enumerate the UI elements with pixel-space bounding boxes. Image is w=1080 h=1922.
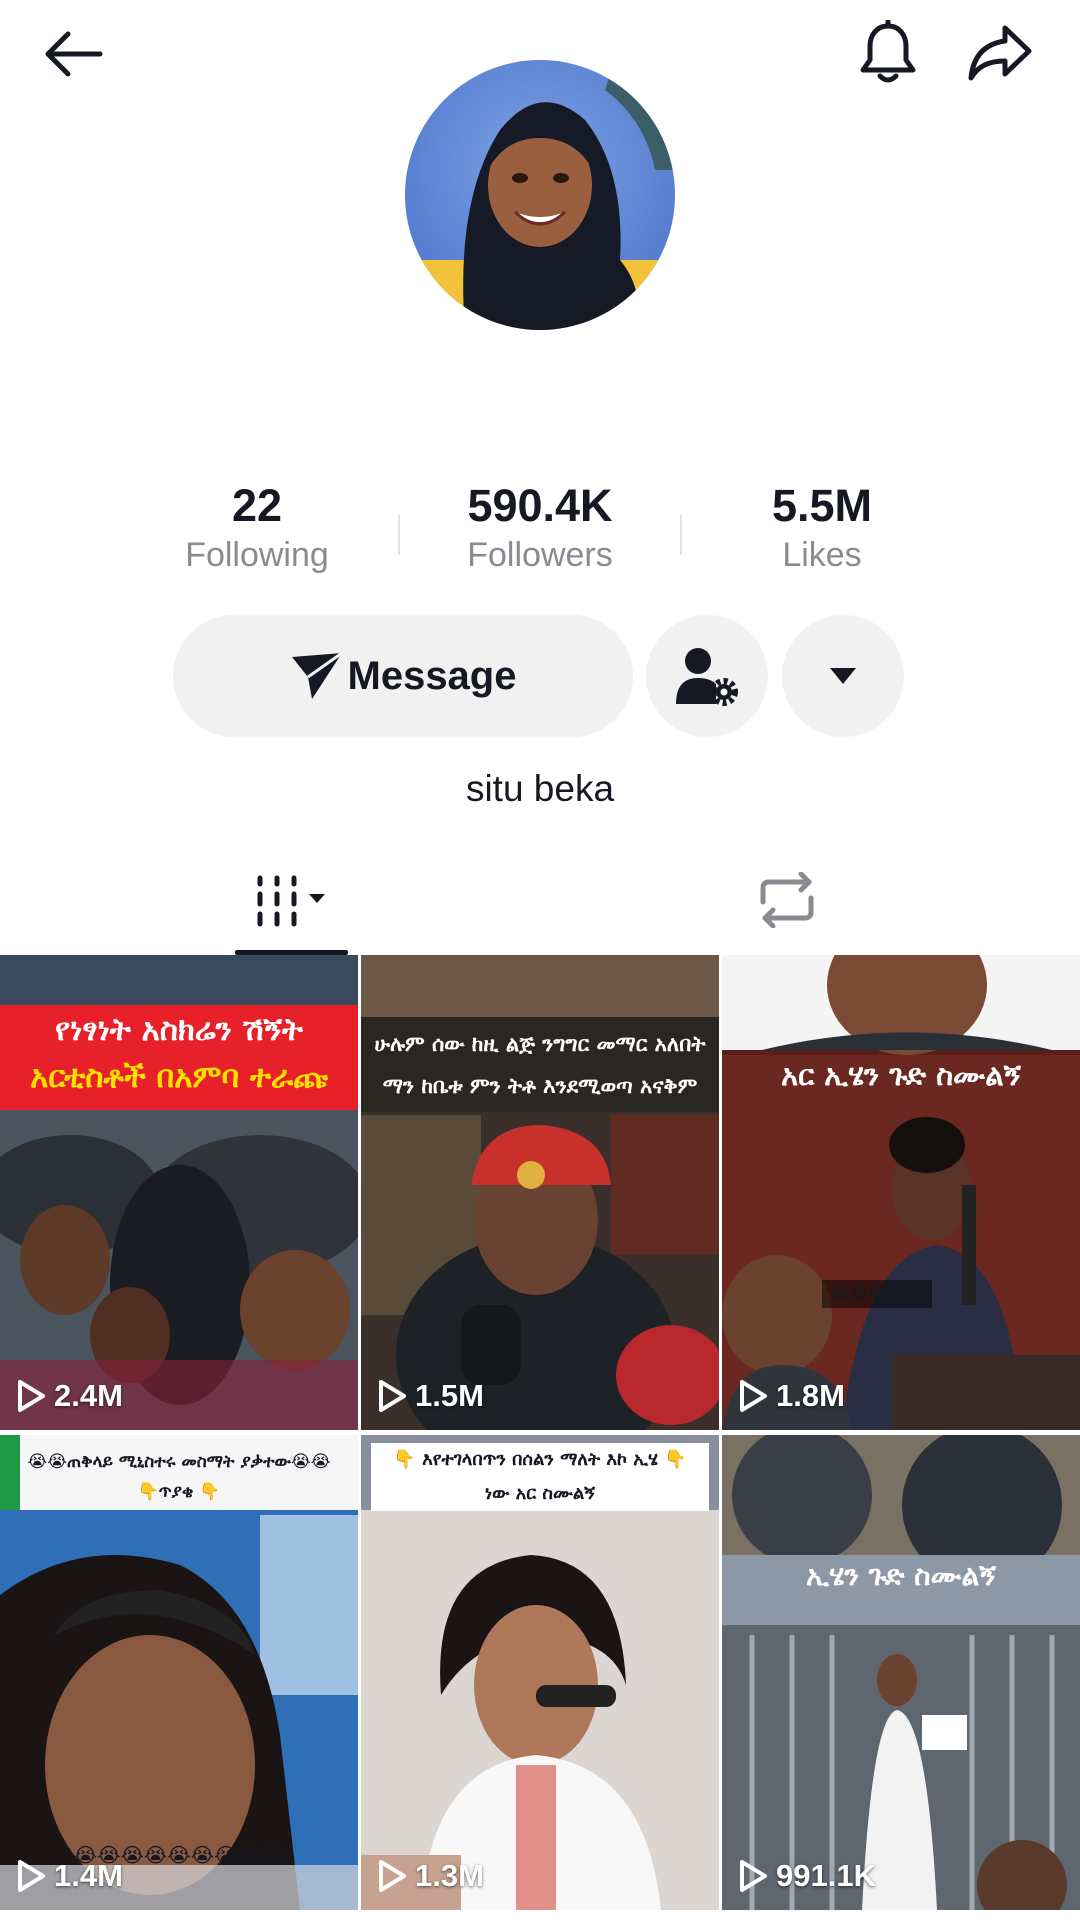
play-outline-icon [740, 1380, 767, 1412]
view-count-value: 1.5M [415, 1378, 484, 1413]
play-outline-icon [379, 1860, 406, 1892]
view-count: 1.4M [16, 1858, 123, 1894]
tab-videos[interactable] [235, 850, 348, 950]
following-label: Following [185, 536, 329, 574]
bell-icon [860, 20, 916, 83]
video-thumbnail [722, 1435, 1080, 1910]
video-tile[interactable]: ሁሉም ሰው ከዚ ልጅ ንግግር መማር አለበት ማን ከቤቱ ምን ትቶ … [361, 955, 719, 1430]
video-caption: የነፃነት አስክሬን ሽኝት አርቲስቶች በአምባ ተራጩ [0, 1007, 358, 1101]
video-caption: 😭😭ጠቅላይ ሚኒስተሩ መስማት ያቃተው😭😭 👇ጥያቄ 👇 [0, 1447, 358, 1507]
stat-divider [680, 515, 682, 555]
following-count: 22 [231, 480, 283, 531]
tab-reposts[interactable] [730, 850, 843, 950]
stat-following[interactable]: 22 Following [137, 480, 377, 578]
share-button[interactable] [955, 8, 1045, 98]
caption-line: ማን ከቤቱ ምን ትቶ እንደሚወጣ አናቅም [382, 1074, 698, 1098]
view-count: 991.1K [738, 1858, 876, 1894]
video-thumbnail [722, 955, 1080, 1430]
caption-line: የነፃነት አስክሬን ሽኝት [55, 1012, 303, 1048]
video-caption: 👇 እየተገላበጥን በሰልን ማለት እኮ ኢሄ 👇 ነው አር ስሙልኝ [371, 1443, 709, 1511]
grid-dropdown-icon [257, 875, 325, 927]
video-tile[interactable]: 👇 እየተገላበጥን በሰልን ማለት እኮ ኢሄ 👇 ነው አር ስሙልኝ 1… [361, 1435, 719, 1910]
notification-bell-button[interactable] [843, 8, 933, 98]
display-name: situ beka [465, 768, 615, 809]
play-outline-icon [18, 1860, 45, 1892]
view-count-value: 991.1K [776, 1858, 876, 1893]
followers-count: 590.4K [467, 480, 613, 531]
video-caption: ኢሄን ጉድ ስሙልኝ [722, 1555, 1080, 1597]
view-count-value: 1.4M [54, 1858, 123, 1893]
likes-label: Likes [782, 536, 862, 574]
stat-followers[interactable]: 590.4K Followers [420, 480, 660, 578]
caption-line: ኢሄን ጉድ ስሙልኝ [806, 1559, 996, 1592]
emoji-overlay: 😁😁😁😁😁 [822, 1280, 932, 1308]
caption-line: 👇ጥያቄ 👇 [137, 1482, 221, 1502]
video-caption: አር ኢሄን ጉድ ስሙልኝ [722, 1053, 1080, 1097]
video-tile[interactable]: ኢሄን ጉድ ስሙልኝ 991.1K [722, 1435, 1080, 1910]
view-count: 1.8M [738, 1378, 845, 1414]
profile-avatar[interactable] [405, 60, 675, 330]
caption-line: አር ኢሄን ጉድ ስሙልኝ [781, 1058, 1021, 1092]
profile-page: 22 Following 590.4K Followers 5.5M Likes… [0, 0, 1080, 1922]
repost-icon [760, 872, 813, 928]
view-count-value: 1.3M [415, 1858, 484, 1893]
caption-line: 😭😭ጠቅላይ ሚኒስተሩ መስማት ያቃተው😭😭 [27, 1452, 331, 1472]
caption-line: ሁሉም ሰው ከዚ ልጅ ንግግር መማር አለበት [374, 1032, 706, 1056]
arrow-left-icon [45, 31, 103, 77]
back-button[interactable] [28, 9, 118, 99]
user-settings-button[interactable] [646, 615, 768, 737]
view-count: 1.3M [377, 1858, 484, 1894]
content-tabs [0, 850, 1080, 955]
caption-line: ነው አር ስሙልኝ [484, 1483, 596, 1504]
view-count: 2.4M [16, 1378, 123, 1414]
play-outline-icon [379, 1380, 406, 1412]
play-outline-icon [740, 1860, 767, 1892]
video-tile[interactable]: የነፃነት አስክሬን ሽኝት አርቲስቶች በአምባ ተራጩ 2.4M [0, 955, 358, 1430]
caret-down-icon [830, 668, 856, 684]
video-caption: ሁሉም ሰው ከዚ ልጅ ንግግር መማር አለበት ማን ከቤቱ ምን ትቶ … [361, 1023, 719, 1107]
stat-divider [398, 515, 400, 555]
share-arrow-icon [968, 25, 1032, 81]
message-button[interactable]: Message [173, 615, 633, 737]
view-count: 1.5M [377, 1378, 484, 1414]
video-tile[interactable]: አር ኢሄን ጉድ ስሙልኝ 😁😁😁😁😁 1.8M [722, 955, 1080, 1430]
message-label: Message [347, 653, 517, 698]
stat-likes: 5.5M Likes [702, 480, 942, 578]
caption-line: 👇 እየተገላበጥን በሰልን ማለት እኮ ኢሄ 👇 [393, 1449, 687, 1470]
avatar-image [405, 60, 675, 330]
video-tile[interactable]: 😭😭ጠቅላይ ሚኒስተሩ መስማት ያቃተው😭😭 👇ጥያቄ 👇 😭😭😭😭😭😭😭😭… [0, 1435, 358, 1910]
profile-stats: 22 Following 590.4K Followers 5.5M Likes [0, 480, 1080, 590]
video-grid: የነፃነት አስክሬን ሽኝት አርቲስቶች በአምባ ተራጩ 2.4M ሁሉም… [0, 955, 1080, 1922]
likes-count: 5.5M [771, 480, 873, 531]
send-plane-icon [291, 651, 343, 699]
followers-label: Followers [467, 536, 613, 574]
more-options-button[interactable] [782, 615, 904, 737]
caption-line: አርቲስቶች በአምባ ተራጩ [30, 1059, 328, 1095]
view-count-value: 2.4M [54, 1378, 123, 1413]
user-gear-icon [676, 648, 738, 706]
view-count-value: 1.8M [776, 1378, 845, 1413]
play-outline-icon [18, 1380, 45, 1412]
profile-actions: Message [0, 615, 1080, 737]
